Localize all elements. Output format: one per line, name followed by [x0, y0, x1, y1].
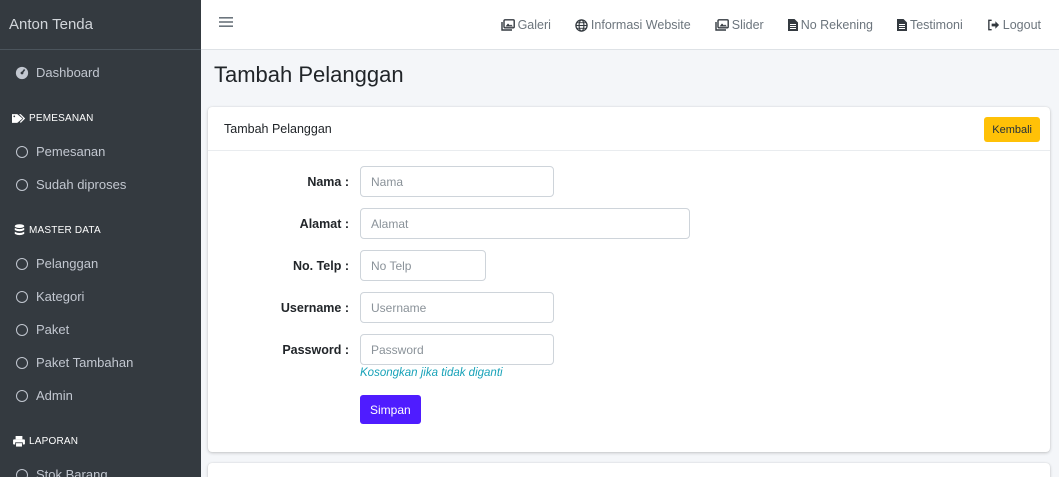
- circle-icon: [12, 290, 32, 303]
- top-navbar: Galeri Informasi Website Slider No Reken…: [201, 0, 1059, 50]
- back-button[interactable]: Kembali: [984, 117, 1040, 142]
- circle-icon: [12, 178, 32, 191]
- username-input[interactable]: [360, 292, 554, 323]
- nav-link-informasi-website[interactable]: Informasi Website: [575, 18, 691, 32]
- username-label: Username :: [280, 300, 349, 315]
- next-card: [208, 463, 1050, 477]
- nama-input[interactable]: [360, 166, 554, 197]
- sidebar-item-label: Paket: [36, 322, 70, 337]
- sidebar-item-pelanggan[interactable]: Pelanggan: [0, 247, 201, 280]
- sidebar-item-paket-tambahan[interactable]: Paket Tambahan: [0, 346, 201, 379]
- nav-link-label: Testimoni: [909, 18, 963, 32]
- telp-input[interactable]: [360, 250, 486, 281]
- form-row-telp: No. Telp :: [208, 250, 486, 281]
- circle-icon: [12, 145, 32, 158]
- globe-icon: [575, 18, 588, 32]
- sidebar-item-label: Sudah diproses: [36, 177, 127, 192]
- file-icon: [787, 19, 798, 31]
- form-row-nama: Nama :: [208, 166, 554, 197]
- brand-title[interactable]: Anton Tenda: [0, 0, 201, 50]
- sidebar-item-label: Paket Tambahan: [36, 355, 134, 370]
- sidebar-item-kategori[interactable]: Kategori: [0, 280, 201, 313]
- form-card: Tambah Pelanggan Kembali Nama : Alamat :…: [208, 107, 1050, 452]
- nav-header-laporan: LAPORAN: [0, 424, 201, 458]
- sidebar-item-label: Kategori: [36, 289, 85, 304]
- sidebar-item-label: Pelanggan: [36, 256, 99, 271]
- nav-link-label: Slider: [731, 18, 764, 32]
- form-row-username: Username :: [208, 292, 554, 323]
- sidebar-item-stok-barang[interactable]: Stok Barang: [0, 458, 201, 477]
- card-header: Tambah Pelanggan Kembali: [208, 107, 1050, 151]
- sidebar-item-admin[interactable]: Admin: [0, 379, 201, 412]
- sign-out-icon: [987, 19, 1000, 31]
- nav-link-label: No Rekening: [800, 18, 873, 32]
- nav-link-label: Logout: [1002, 18, 1041, 32]
- card-title: Tambah Pelanggan: [224, 121, 332, 136]
- password-label: Password :: [282, 342, 349, 357]
- alamat-input[interactable]: [360, 208, 690, 239]
- sidebar-item-paket[interactable]: Paket: [0, 313, 201, 346]
- nav-header-label: PEMESANAN: [29, 112, 94, 124]
- sidebar-item-pemesanan[interactable]: Pemesanan: [0, 135, 201, 168]
- file-icon: [896, 19, 907, 31]
- nav-link-slider[interactable]: Slider: [715, 18, 764, 32]
- sidebar-nav: Dashboard PEMESANAN Pemesanan Sudah dipr…: [0, 50, 201, 477]
- top-nav-links: Galeri Informasi Website Slider No Reken…: [477, 0, 1041, 50]
- sidebar-item-dashboard[interactable]: Dashboard: [0, 56, 201, 89]
- nav-link-galeri[interactable]: Galeri: [500, 18, 551, 32]
- nama-label: Nama :: [307, 174, 349, 189]
- nav-header-master-data: MASTER DATA: [0, 213, 201, 247]
- database-icon: [11, 224, 27, 236]
- images-icon: [715, 19, 729, 31]
- circle-icon: [12, 468, 32, 477]
- dashboard-icon: [12, 66, 32, 80]
- nav-header-label: MASTER DATA: [29, 224, 101, 236]
- nav-header-label: LAPORAN: [29, 435, 79, 447]
- alamat-label: Alamat :: [299, 216, 349, 231]
- page-title: Tambah Pelanggan: [214, 62, 404, 87]
- circle-icon: [12, 323, 32, 336]
- nav-link-logout[interactable]: Logout: [987, 18, 1041, 32]
- circle-icon: [12, 389, 32, 402]
- sidebar-item-label: Dashboard: [36, 65, 100, 80]
- nav-link-label: Informasi Website: [590, 18, 691, 32]
- circle-icon: [12, 356, 32, 369]
- print-icon: [11, 435, 27, 447]
- sidebar-item-label: Stok Barang: [36, 467, 108, 477]
- sidebar: Anton Tenda Dashboard PEMESANAN Pemesana…: [0, 0, 201, 477]
- form-row-password: Password :: [208, 334, 554, 365]
- sidebar-item-sudah-diproses[interactable]: Sudah diproses: [0, 168, 201, 201]
- nav-link-testimoni[interactable]: Testimoni: [896, 18, 963, 32]
- circle-icon: [12, 257, 32, 270]
- sidebar-item-label: Admin: [36, 388, 73, 403]
- telp-label: No. Telp :: [292, 258, 349, 273]
- sidebar-item-label: Pemesanan: [36, 144, 106, 159]
- password-hint: Kosongkan jika tidak diganti: [360, 367, 503, 379]
- form-row-alamat: Alamat :: [208, 208, 690, 239]
- nav-link-label: Galeri: [517, 18, 551, 32]
- tags-icon: [11, 113, 27, 124]
- images-icon: [500, 19, 515, 31]
- nav-link-no-rekening[interactable]: No Rekening: [787, 18, 873, 32]
- save-button[interactable]: Simpan: [360, 395, 421, 424]
- nav-header-pemesanan: PEMESANAN: [0, 101, 201, 135]
- menu-toggle-icon[interactable]: [219, 15, 233, 33]
- password-input[interactable]: [360, 334, 554, 365]
